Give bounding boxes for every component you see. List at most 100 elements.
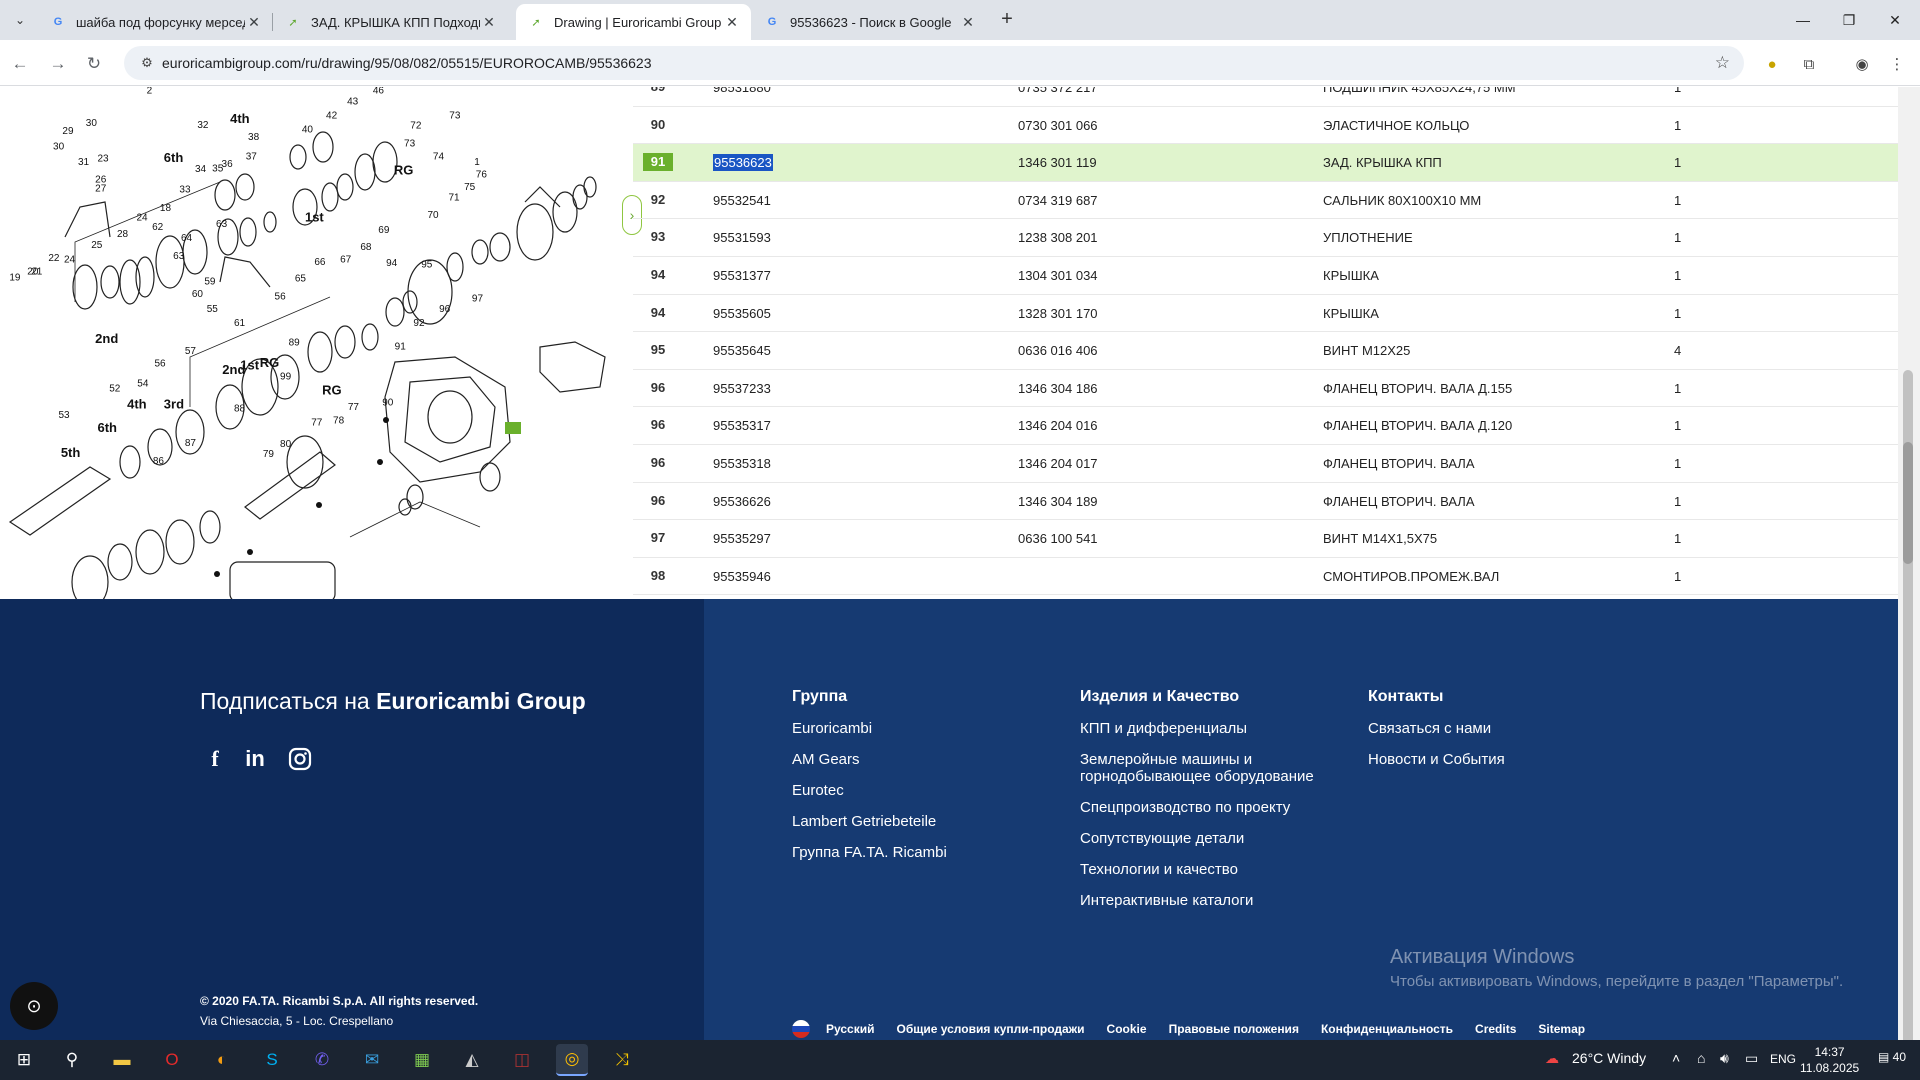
table-row[interactable]: 95 95535645 0636 016 406 ВИНТ M12X25 4 (633, 332, 1898, 370)
drawing-callout-label[interactable]: 32 (197, 120, 209, 131)
drawing-callout-label[interactable]: 60 (192, 289, 204, 300)
drawing-callout-label[interactable]: 78 (333, 415, 345, 426)
drawing-callout-label[interactable]: 88 (234, 404, 246, 415)
scrollbar-thumb[interactable] (1903, 442, 1913, 564)
drawing-callout-label[interactable]: 64 (181, 233, 193, 244)
table-row[interactable]: 98 95535946 СМОНТИРОВ.ПРОМЕЖ.ВАЛ 1 (633, 558, 1898, 596)
tray-app-icon[interactable]: ⌂ (1697, 1050, 1705, 1066)
tool-app-icon[interactable]: ⤨ (606, 1044, 638, 1076)
drawing-callout-label[interactable]: 22 (48, 253, 60, 264)
drawing-callout-label[interactable]: 3rd (164, 397, 184, 412)
footer-link[interactable]: Euroricambi (792, 720, 947, 737)
exploded-drawing[interactable]: 2 46 43 29 30 31 23 32 4th 38 40 42 72 73 73 74 30 26 27 6t… (0, 87, 632, 599)
article-cell[interactable]: 98531880 (713, 87, 771, 95)
drawing-callout-label[interactable]: 38 (248, 132, 260, 143)
cookie-link[interactable]: Cookie (1107, 1022, 1147, 1036)
drawing-callout-label[interactable]: 21 (31, 266, 43, 277)
russian-flag-icon[interactable] (792, 1020, 810, 1038)
article-cell[interactable]: 95535605 (713, 306, 771, 321)
close-icon[interactable]: ✕ (480, 14, 498, 31)
position-91-marker[interactable] (505, 422, 521, 434)
viber-icon[interactable]: ✆ (306, 1044, 338, 1076)
new-tab-button[interactable]: + (995, 8, 1019, 32)
legal-link[interactable]: Правовые положения (1169, 1022, 1299, 1036)
drawing-callout-label[interactable]: 73 (404, 138, 416, 149)
taskbar-clock[interactable]: 14:37 11.08.2025 (1800, 1044, 1859, 1076)
drawing-callout-label[interactable]: 72 (410, 121, 422, 132)
drawing-callout-label[interactable]: 66 (314, 257, 326, 268)
footer-link[interactable]: Связаться с нами (1368, 720, 1505, 737)
drawing-callout-label[interactable]: 37 (246, 152, 258, 163)
bookmark-star-icon[interactable]: ☆ (1715, 53, 1730, 73)
drawing-callout-label[interactable]: 30 (86, 118, 98, 129)
drawing-callout-label[interactable]: 71 (449, 192, 461, 203)
drawing-callout-label[interactable]: 90 (382, 397, 394, 408)
table-row[interactable]: 96 95536626 1346 304 189 ФЛАНЕЦ ВТОРИЧ. ВАЛ… (633, 483, 1898, 521)
language-indicator[interactable]: ENG (1770, 1052, 1796, 1066)
drawing-callout-label[interactable]: 2nd (222, 362, 245, 377)
back-button[interactable]: ← (6, 50, 34, 78)
article-cell[interactable]: 95536623 (713, 154, 773, 172)
footer-link[interactable]: Землеройные машины и горнодобывающее обо… (1080, 751, 1320, 785)
footer-link[interactable]: Сопутствующие детали (1080, 830, 1320, 847)
drawing-callout-label[interactable]: 56 (275, 291, 287, 302)
table-row[interactable]: 96 95535318 1346 204 017 ФЛАНЕЦ ВТОРИЧ. ВАЛ… (633, 445, 1898, 483)
close-icon[interactable]: ✕ (245, 14, 263, 31)
table-row[interactable]: 92 95532541 0734 319 687 САЛЬНИК 80X100X10 … (633, 182, 1898, 220)
drawing-callout-label[interactable]: 18 (160, 203, 172, 214)
table-row[interactable]: 89 98531880 0735 372 217 ПОДШИПНИК 45X85X24… (633, 87, 1898, 107)
article-cell[interactable]: 95531593 (713, 230, 771, 245)
drawing-callout-label[interactable]: 70 (427, 210, 439, 221)
extension-icon[interactable]: ● (1760, 52, 1784, 76)
drawing-callout-label[interactable]: 63 (216, 219, 228, 230)
drawing-callout-label[interactable]: 29 (62, 126, 74, 137)
footer-link[interactable]: Спецпроизводство по проекту (1080, 799, 1320, 816)
drawing-callout-label[interactable]: 57 (185, 346, 197, 357)
drawing-callout-label[interactable]: 77 (348, 402, 360, 413)
drawing-callout-label[interactable]: 46 (373, 87, 385, 96)
language-link[interactable]: Русский (826, 1022, 875, 1036)
credits-link[interactable]: Credits (1475, 1022, 1516, 1036)
restore-button[interactable]: ❐ (1826, 0, 1872, 40)
drawing-callout-label[interactable]: 97 (472, 294, 484, 305)
drawing-callout-label[interactable]: 19 (9, 273, 21, 284)
footer-link[interactable]: Технологии и качество (1080, 861, 1320, 878)
article-cell[interactable]: 95537233 (713, 381, 771, 396)
tab-part-page[interactable]: ➚ ЗАД. КРЫШКА КПП Подходит ✕ (273, 4, 508, 40)
article-cell[interactable]: 95531377 (713, 268, 771, 283)
catalog-app-icon[interactable]: ◫ (506, 1044, 538, 1076)
instagram-icon[interactable] (285, 744, 315, 774)
opera-icon[interactable]: O (156, 1044, 188, 1076)
drawing-callout-label[interactable]: RG (394, 163, 414, 178)
drawing-callout-label[interactable]: 24 (137, 213, 149, 224)
drawing-callout-label[interactable]: 62 (152, 222, 164, 233)
drawing-callout-label[interactable]: 73 (449, 110, 461, 121)
article-cell[interactable]: 95535297 (713, 531, 771, 546)
drawing-callout-label[interactable]: 42 (326, 110, 338, 121)
privacy-link[interactable]: Конфиденциальность (1321, 1022, 1453, 1036)
drawing-callout-label[interactable]: 92 (413, 318, 425, 329)
drawing-callout-label[interactable]: 53 (59, 410, 71, 421)
drawing-callout-label[interactable]: 23 (98, 153, 110, 164)
drawing-callout-label[interactable]: 52 (109, 383, 121, 394)
drawing-callout-label[interactable]: 56 (154, 358, 166, 369)
table-row[interactable]: 96 95537233 1346 304 186 ФЛАНЕЦ ВТОРИЧ. ВАЛ… (633, 370, 1898, 408)
footer-link[interactable]: Eurotec (792, 782, 947, 799)
drawing-callout-label[interactable]: 27 (95, 184, 107, 195)
tab-drawing-active[interactable]: ➚ Drawing | Euroricambi Group ✕ (516, 4, 751, 40)
tray-chevron-icon[interactable]: ˄ (1672, 1050, 1680, 1066)
drawing-callout-label[interactable]: 86 (153, 456, 165, 467)
table-row[interactable]: 93 95531593 1238 308 201 УПЛОТНЕНИЕ 1 (633, 219, 1898, 257)
drawing-callout-label[interactable]: 95 (421, 259, 433, 270)
drawing-callout-label[interactable]: 61 (234, 318, 246, 329)
drawing-callout-label[interactable]: 40 (302, 124, 314, 135)
url-text[interactable]: euroricambigroup.com/ru/drawing/95/08/08… (162, 55, 652, 71)
drawing-callout-label[interactable]: 80 (280, 439, 292, 450)
drawing-callout-label[interactable]: 99 (280, 372, 292, 383)
drawing-callout-label[interactable]: RG (260, 355, 280, 370)
drawing-callout-label[interactable]: 75 (464, 182, 476, 193)
article-cell[interactable]: 95535946 (713, 569, 771, 584)
drawing-callout-label[interactable]: 33 (179, 185, 191, 196)
spreadsheet-app-icon[interactable]: ▦ (406, 1044, 438, 1076)
table-row[interactable]: 96 95535317 1346 204 016 ФЛАНЕЦ ВТОРИЧ. ВАЛ… (633, 407, 1898, 445)
